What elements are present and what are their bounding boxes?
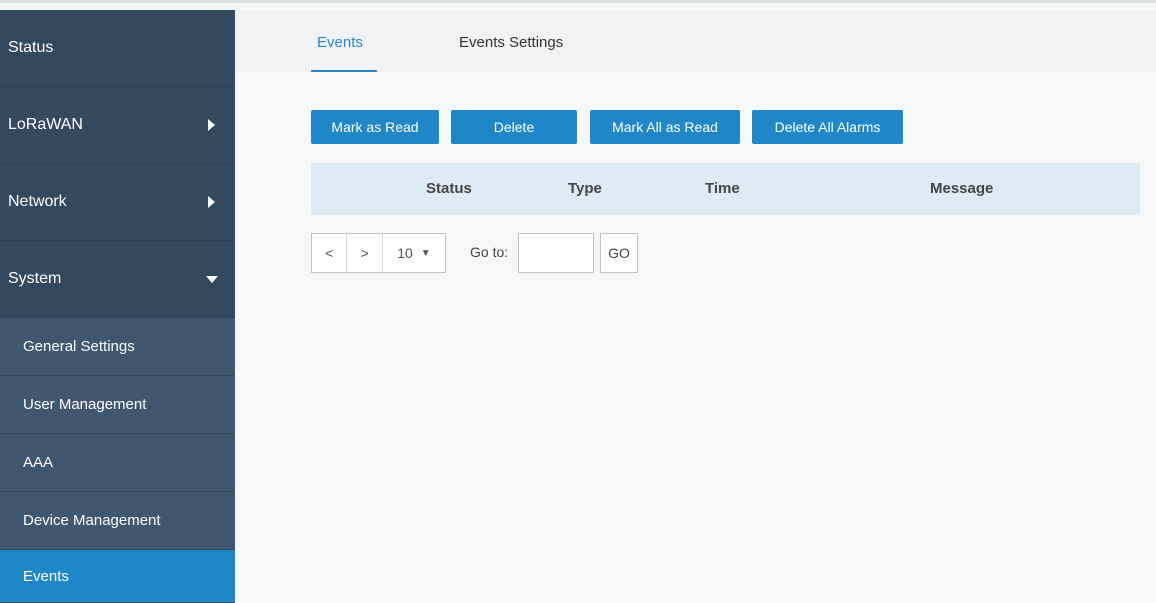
goto-label: Go to: (470, 244, 509, 260)
mark-all-as-read-button[interactable]: Mark All as Read (590, 110, 740, 144)
tab-bar: Events Events Settings (235, 10, 1156, 72)
goto-page-input[interactable] (518, 233, 594, 273)
sidebar-item-status[interactable]: Status (0, 10, 235, 87)
sidebar-subitem-general-settings[interactable]: General Settings (0, 318, 235, 376)
mark-as-read-button[interactable]: Mark as Read (311, 110, 439, 144)
top-border (0, 0, 1156, 3)
sidebar-subitem-label: General Settings (23, 338, 135, 355)
tab-events-settings[interactable]: Events Settings (459, 34, 563, 51)
sidebar: Status LoRaWAN Network System General Se… (0, 10, 235, 603)
active-tab-indicator (311, 70, 377, 72)
sidebar-subitem-user-management[interactable]: User Management (0, 376, 235, 434)
sidebar-subitem-label: AAA (23, 454, 54, 471)
caret-right-icon (208, 196, 215, 208)
sidebar-item-label: Network (8, 193, 67, 210)
delete-all-alarms-button[interactable]: Delete All Alarms (752, 110, 903, 144)
caret-down-icon (206, 275, 218, 283)
page-size-value: 10 (397, 245, 413, 261)
sidebar-subitem-events[interactable]: Events (0, 550, 235, 603)
sidebar-subitem-label: Events (23, 567, 69, 585)
sidebar-item-label: LoRaWAN (8, 116, 83, 133)
sidebar-subitem-aaa[interactable]: AAA (0, 434, 235, 492)
column-header-status[interactable]: Status (426, 180, 472, 197)
go-button[interactable]: GO (600, 233, 638, 273)
column-header-message[interactable]: Message (930, 180, 993, 197)
column-header-type[interactable]: Type (568, 180, 602, 197)
sidebar-item-label: Status (8, 39, 54, 56)
sidebar-subitem-label: Device Management (23, 512, 161, 529)
sidebar-subitem-device-management[interactable]: Device Management (0, 492, 235, 550)
tab-events[interactable]: Events (317, 34, 363, 51)
sidebar-item-network[interactable]: Network (0, 164, 235, 241)
next-page-button[interactable]: > (347, 234, 383, 272)
events-table-header: Status Type Time Message (311, 163, 1140, 215)
delete-button[interactable]: Delete (451, 110, 577, 144)
sidebar-subitem-label: User Management (23, 396, 147, 413)
caret-right-icon (208, 119, 215, 131)
pagination: < > 10 ▼ (311, 233, 446, 273)
sidebar-item-label: System (8, 270, 62, 287)
sidebar-item-lorawan[interactable]: LoRaWAN (0, 87, 235, 164)
dropdown-arrow-icon: ▼ (420, 247, 431, 259)
prev-page-button[interactable]: < (312, 234, 348, 272)
page-size-select[interactable]: 10 ▼ (383, 234, 445, 272)
sidebar-item-system[interactable]: System (0, 241, 235, 318)
column-header-time[interactable]: Time (705, 180, 740, 197)
